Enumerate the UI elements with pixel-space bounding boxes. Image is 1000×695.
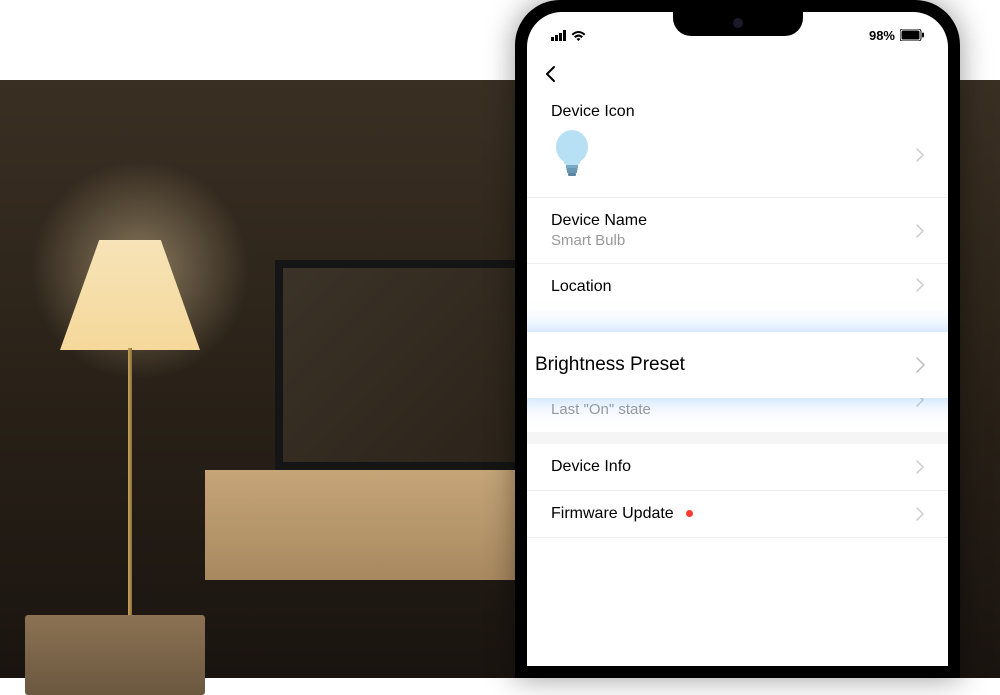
firmware-update-label: Firmware Update [551,505,674,522]
side-tray [25,615,205,695]
device-info-label: Device Info [551,458,631,476]
default-state-value: Last "On" state [551,401,916,418]
brightness-preset-label: Brightness Preset [535,354,685,376]
chevron-right-icon [916,507,924,521]
brightness-preset-highlight[interactable]: Brightness Preset [527,332,948,398]
battery-icon [900,29,924,41]
chevron-right-icon [916,278,924,292]
back-button[interactable] [527,57,948,91]
phone-device-frame: 98% Device Icon [515,0,960,678]
chevron-right-icon [916,224,924,238]
section-divider [527,432,948,444]
device-name-label: Device Name [551,212,916,230]
chevron-right-icon [916,148,924,162]
update-available-indicator [686,510,693,517]
device-icon-label: Device Icon [551,103,924,121]
chevron-right-icon [916,357,925,373]
firmware-update-row[interactable]: Firmware Update [527,491,948,538]
device-info-row[interactable]: Device Info [527,444,948,491]
phone-screen: 98% Device Icon [527,12,948,666]
cellular-signal-icon [551,30,566,41]
location-label: Location [551,278,612,296]
bulb-icon [551,129,593,181]
device-name-value: Smart Bulb [551,232,916,249]
device-name-row[interactable]: Device Name Smart Bulb [527,198,948,264]
tv-cabinet [205,470,555,580]
wifi-icon [571,30,586,41]
back-chevron-icon [545,65,556,83]
floor-lamp-pole [128,348,132,658]
phone-notch [673,12,803,36]
device-icon-row[interactable]: Device Icon [527,91,948,198]
battery-percent: 98% [869,28,895,43]
chevron-right-icon [916,460,924,474]
